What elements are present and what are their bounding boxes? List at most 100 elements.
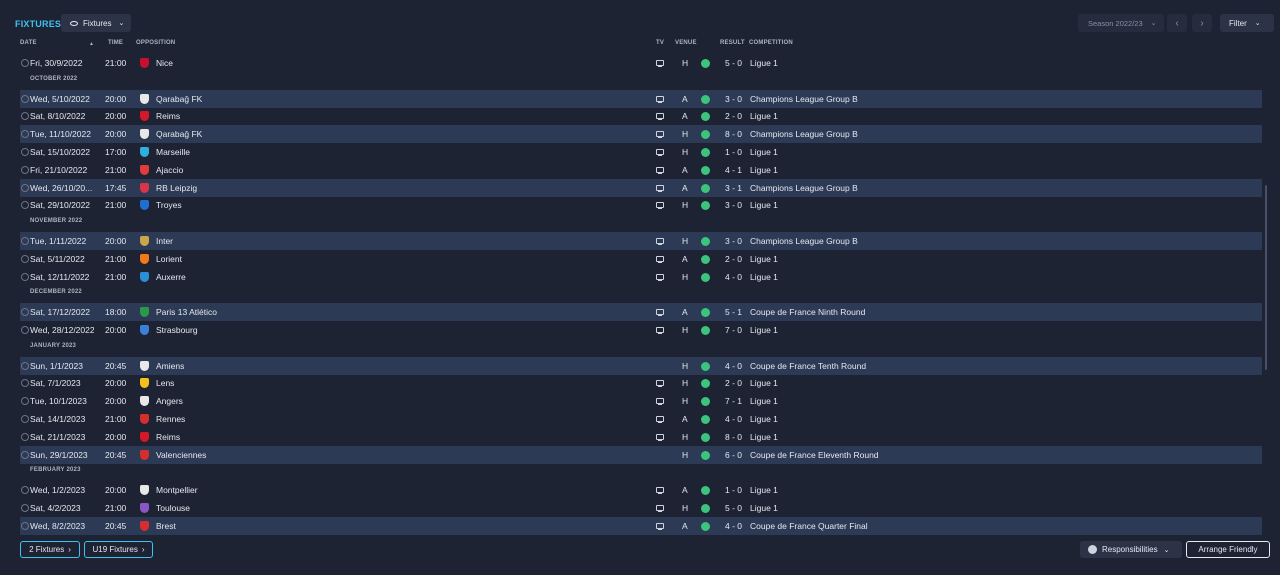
opposition-name[interactable]: Reims	[156, 111, 180, 121]
fixture-row[interactable]: Sat, 8/10/2022 20:00 Reims A 2 - 0 Ligue 1	[20, 107, 1262, 125]
opposition-name[interactable]: Strasbourg	[156, 325, 198, 335]
fixture-competition[interactable]: Ligue 1	[750, 396, 778, 406]
fixture-result[interactable]: 8 - 0	[725, 432, 742, 442]
opposition-name[interactable]: Marseille	[156, 147, 190, 157]
opposition-name[interactable]: Inter	[156, 236, 173, 246]
fixture-row[interactable]: Fri, 30/9/2022 21:00 Nice H 5 - 0 Ligue 1	[20, 54, 1262, 72]
fixture-competition[interactable]: Ligue 1	[750, 414, 778, 424]
fixture-competition[interactable]: Ligue 1	[750, 378, 778, 388]
opposition-name[interactable]: Qarabağ FK	[156, 94, 202, 104]
fixtures-link-button[interactable]: 2 Fixtures ›	[20, 541, 80, 558]
fixture-result[interactable]: 3 - 0	[725, 200, 742, 210]
fixture-competition[interactable]: Coupe de France Ninth Round	[750, 307, 865, 317]
fixture-result[interactable]: 5 - 1	[725, 307, 742, 317]
fixture-result[interactable]: 2 - 0	[725, 111, 742, 121]
column-result[interactable]: RESULT	[720, 40, 745, 46]
arrange-friendly-button[interactable]: Arrange Friendly	[1186, 541, 1270, 558]
fixture-competition[interactable]: Ligue 1	[750, 325, 778, 335]
scrollbar[interactable]	[1265, 185, 1267, 370]
opposition-name[interactable]: Rennes	[156, 414, 185, 424]
fixture-row[interactable]: Sat, 21/1/2023 20:00 Reims H 8 - 0 Ligue 1	[20, 428, 1262, 446]
opposition-name[interactable]: Montpellier	[156, 485, 198, 495]
fixture-row[interactable]: Sat, 14/1/2023 21:00 Rennes A 4 - 0 Ligue 1	[20, 410, 1262, 428]
column-time[interactable]: TIME	[108, 40, 123, 46]
fixture-result[interactable]: 4 - 1	[725, 165, 742, 175]
fixture-competition[interactable]: Champions League Group B	[750, 129, 858, 139]
opposition-name[interactable]: Valenciennes	[156, 450, 206, 460]
opposition-name[interactable]: Lorient	[156, 254, 182, 264]
fixture-result[interactable]: 2 - 0	[725, 378, 742, 388]
opposition-name[interactable]: Ajaccio	[156, 165, 183, 175]
fixture-competition[interactable]: Coupe de France Tenth Round	[750, 361, 866, 371]
fixture-result[interactable]: 5 - 0	[725, 58, 742, 68]
fixture-row[interactable]: Sat, 5/11/2022 21:00 Lorient A 2 - 0 Ligue 1	[20, 250, 1262, 268]
fixture-competition[interactable]: Ligue 1	[750, 200, 778, 210]
fixture-result[interactable]: 4 - 0	[725, 414, 742, 424]
fixture-competition[interactable]: Ligue 1	[750, 111, 778, 121]
fixture-result[interactable]: 5 - 0	[725, 503, 742, 513]
opposition-name[interactable]: Auxerre	[156, 272, 186, 282]
fixture-result[interactable]: 3 - 1	[725, 183, 742, 193]
opposition-name[interactable]: Paris 13 Atlético	[156, 307, 217, 317]
fixture-row[interactable]: Sat, 4/2/2023 21:00 Toulouse H 5 - 0 Ligue 1	[20, 499, 1262, 517]
opposition-name[interactable]: Toulouse	[156, 503, 190, 513]
fixture-row[interactable]: Wed, 5/10/2022 20:00 Qarabağ FK A 3 - 0 Champ…	[20, 89, 1262, 108]
opposition-name[interactable]: Brest	[156, 521, 176, 531]
opposition-name[interactable]: Lens	[156, 378, 174, 388]
fixture-row[interactable]: Sun, 29/1/2023 20:45 Valenciennes H 6 - 0 Cou…	[20, 445, 1262, 464]
fixture-row[interactable]: Wed, 1/2/2023 20:00 Montpellier A 1 - 0 Ligue…	[20, 481, 1262, 499]
fixture-row[interactable]: Wed, 28/12/2022 20:00 Strasbourg H 7 - 0 Ligu…	[20, 321, 1262, 339]
opposition-name[interactable]: RB Leipzig	[156, 183, 197, 193]
fixture-competition[interactable]: Ligue 1	[750, 254, 778, 264]
opposition-name[interactable]: Amiens	[156, 361, 184, 371]
previous-season-button[interactable]: ‹	[1167, 14, 1187, 32]
column-opposition[interactable]: OPPOSITION	[136, 40, 175, 46]
column-venue[interactable]: VENUE	[675, 40, 697, 46]
fixture-result[interactable]: 6 - 0	[725, 450, 742, 460]
fixture-row[interactable]: Sat, 7/1/2023 20:00 Lens H 2 - 0 Ligue 1	[20, 374, 1262, 392]
fixture-competition[interactable]: Champions League Group B	[750, 236, 858, 246]
season-selector[interactable]: Season 2022/23 ⌄	[1078, 14, 1164, 32]
fixture-competition[interactable]: Ligue 1	[750, 432, 778, 442]
fixture-competition[interactable]: Ligue 1	[750, 272, 778, 282]
opposition-name[interactable]: Troyes	[156, 200, 182, 210]
u19-fixtures-button[interactable]: U19 Fixtures ›	[84, 541, 153, 558]
fixture-result[interactable]: 4 - 0	[725, 272, 742, 282]
fixture-competition[interactable]: Champions League Group B	[750, 183, 858, 193]
fixture-competition[interactable]: Ligue 1	[750, 503, 778, 513]
column-tv[interactable]: TV	[656, 40, 664, 46]
fixture-result[interactable]: 3 - 0	[725, 94, 742, 104]
fixture-row[interactable]: Sat, 17/12/2022 18:00 Paris 13 Atlético A 5 …	[20, 303, 1262, 322]
fixture-result[interactable]: 3 - 0	[725, 236, 742, 246]
opposition-name[interactable]: Qarabağ FK	[156, 129, 202, 139]
fixture-competition[interactable]: Coupe de France Quarter Final	[750, 521, 868, 531]
fixture-competition[interactable]: Ligue 1	[750, 58, 778, 68]
fixture-row[interactable]: Wed, 26/10/20... 17:45 RB Leipzig A 3 - 1 Cha…	[20, 178, 1262, 197]
fixture-result[interactable]: 4 - 0	[725, 521, 742, 531]
opposition-name[interactable]: Angers	[156, 396, 183, 406]
column-competition[interactable]: COMPETITION	[749, 40, 793, 46]
fixture-row[interactable]: Tue, 10/1/2023 20:00 Angers H 7 - 1 Ligue 1	[20, 392, 1262, 410]
fixture-row[interactable]: Sun, 1/1/2023 20:45 Amiens H 4 - 0 Coupe de F…	[20, 356, 1262, 375]
fixture-competition[interactable]: Coupe de France Eleventh Round	[750, 450, 879, 460]
fixture-row[interactable]: Sat, 12/11/2022 21:00 Auxerre H 4 - 0 Ligue 1	[20, 268, 1262, 286]
fixture-row[interactable]: Sat, 15/10/2022 17:00 Marseille H 1 - 0 Ligue…	[20, 143, 1262, 161]
fixture-competition[interactable]: Ligue 1	[750, 147, 778, 157]
fixture-row[interactable]: Wed, 8/2/2023 20:45 Brest A 4 - 0 Coupe de Fr…	[20, 516, 1262, 535]
fixture-result[interactable]: 4 - 0	[725, 361, 742, 371]
opposition-name[interactable]: Reims	[156, 432, 180, 442]
fixture-competition[interactable]: Champions League Group B	[750, 94, 858, 104]
opposition-name[interactable]: Nice	[156, 58, 173, 68]
fixture-row[interactable]: Tue, 11/10/2022 20:00 Qarabağ FK H 8 - 0 Cham…	[20, 125, 1262, 144]
fixture-result[interactable]: 1 - 0	[725, 147, 742, 157]
filter-button[interactable]: Filter ⌄	[1220, 14, 1274, 32]
fixture-competition[interactable]: Ligue 1	[750, 165, 778, 175]
sort-ascending-icon[interactable]: ▲	[89, 41, 94, 47]
fixture-competition[interactable]: Ligue 1	[750, 485, 778, 495]
fixture-row[interactable]: Tue, 1/11/2022 20:00 Inter H 3 - 0 Champions …	[20, 232, 1262, 250]
fixture-result[interactable]: 8 - 0	[725, 129, 742, 139]
fixture-result[interactable]: 7 - 0	[725, 325, 742, 335]
fixture-row[interactable]: Fri, 21/10/2022 21:00 Ajaccio A 4 - 1 Ligue 1	[20, 161, 1262, 179]
fixture-result[interactable]: 2 - 0	[725, 254, 742, 264]
view-dropdown-button[interactable]: Fixtures ⌄	[61, 14, 131, 32]
